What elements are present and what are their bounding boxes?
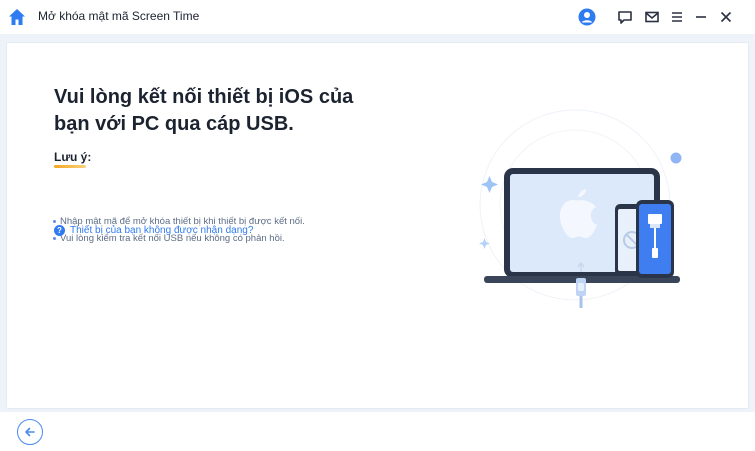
back-button[interactable] <box>17 419 43 445</box>
minimize-icon[interactable] <box>692 8 710 26</box>
arrow-left-icon <box>25 427 35 437</box>
connect-device-illustration <box>479 109 682 308</box>
user-icon[interactable] <box>578 8 596 26</box>
home-icon[interactable] <box>7 7 27 27</box>
mail-icon[interactable] <box>643 8 661 26</box>
help-link-label: Thiết bị của bạn không được nhận dạng? <box>70 225 254 236</box>
close-icon[interactable] <box>717 8 735 26</box>
bottom-bar <box>0 412 755 451</box>
page-title: Vui lòng kết nối thiết bị iOS của bạn vớ… <box>54 86 354 135</box>
menu-icon[interactable] <box>668 8 686 26</box>
title-bar: Mở khóa mật mã Screen Time <box>0 0 755 34</box>
note-underline <box>54 165 86 168</box>
note-label: Lưu ý: <box>54 150 92 164</box>
app-title: Mở khóa mật mã Screen Time <box>38 9 200 23</box>
feedback-icon[interactable] <box>616 8 634 26</box>
unrecognized-device-link[interactable]: ? Thiết bị của bạn không được nhận dạng? <box>54 225 253 236</box>
question-icon: ? <box>54 225 65 236</box>
